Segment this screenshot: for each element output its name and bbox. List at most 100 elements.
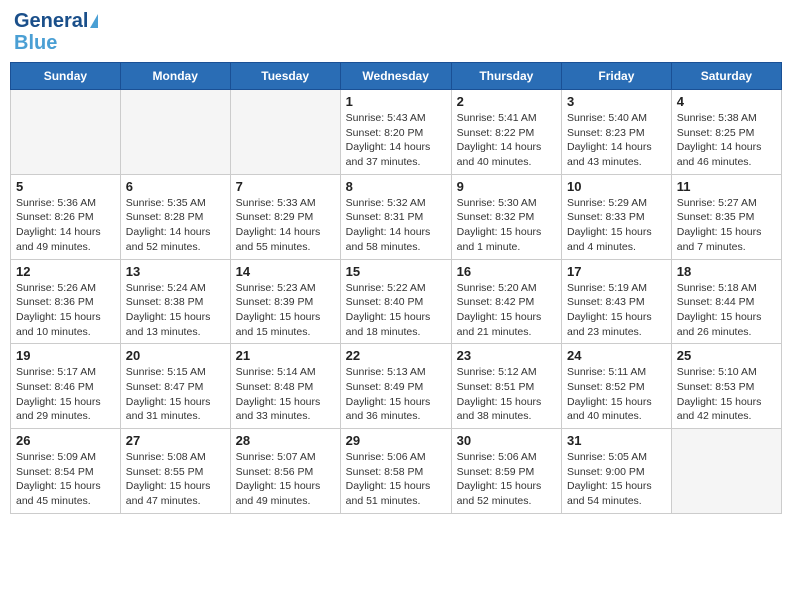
day-number: 11 — [677, 179, 776, 194]
page-header: General Blue — [10, 10, 782, 54]
calendar-cell — [11, 90, 121, 175]
day-number: 1 — [346, 94, 446, 109]
day-info: Sunrise: 5:18 AM Sunset: 8:44 PM Dayligh… — [677, 281, 776, 340]
day-number: 27 — [126, 433, 225, 448]
day-number: 3 — [567, 94, 666, 109]
calendar-cell: 5 Sunrise: 5:36 AM Sunset: 8:26 PM Daylig… — [11, 174, 121, 259]
calendar-cell: 21 Sunrise: 5:14 AM Sunset: 8:48 PM Dayli… — [230, 344, 340, 429]
day-number: 21 — [236, 348, 335, 363]
day-info: Sunrise: 5:22 AM Sunset: 8:40 PM Dayligh… — [346, 281, 446, 340]
day-info: Sunrise: 5:36 AM Sunset: 8:26 PM Dayligh… — [16, 196, 115, 255]
day-number: 14 — [236, 264, 335, 279]
day-info: Sunrise: 5:33 AM Sunset: 8:29 PM Dayligh… — [236, 196, 335, 255]
day-info: Sunrise: 5:30 AM Sunset: 8:32 PM Dayligh… — [457, 196, 556, 255]
calendar-week-row: 1 Sunrise: 5:43 AM Sunset: 8:20 PM Daylig… — [11, 90, 782, 175]
day-of-week-header: Tuesday — [230, 63, 340, 90]
day-number: 8 — [346, 179, 446, 194]
day-of-week-header: Saturday — [671, 63, 781, 90]
day-info: Sunrise: 5:12 AM Sunset: 8:51 PM Dayligh… — [457, 365, 556, 424]
day-number: 28 — [236, 433, 335, 448]
day-number: 18 — [677, 264, 776, 279]
calendar-cell: 30 Sunrise: 5:06 AM Sunset: 8:59 PM Dayli… — [451, 429, 561, 514]
calendar-cell: 11 Sunrise: 5:27 AM Sunset: 8:35 PM Dayli… — [671, 174, 781, 259]
calendar-cell: 3 Sunrise: 5:40 AM Sunset: 8:23 PM Daylig… — [562, 90, 672, 175]
calendar-cell: 7 Sunrise: 5:33 AM Sunset: 8:29 PM Daylig… — [230, 174, 340, 259]
calendar-cell: 10 Sunrise: 5:29 AM Sunset: 8:33 PM Dayli… — [562, 174, 672, 259]
day-number: 7 — [236, 179, 335, 194]
day-number: 5 — [16, 179, 115, 194]
day-number: 23 — [457, 348, 556, 363]
calendar-cell: 28 Sunrise: 5:07 AM Sunset: 8:56 PM Dayli… — [230, 429, 340, 514]
day-number: 30 — [457, 433, 556, 448]
calendar-cell: 8Sunrise: 5:32 AM Sunset: 8:31 PM Daylig… — [340, 174, 451, 259]
logo-icon — [90, 14, 98, 28]
day-number: 4 — [677, 94, 776, 109]
day-info: Sunrise: 5:08 AM Sunset: 8:55 PM Dayligh… — [126, 450, 225, 509]
day-info: Sunrise: 5:19 AM Sunset: 8:43 PM Dayligh… — [567, 281, 666, 340]
calendar-cell: 20 Sunrise: 5:15 AM Sunset: 8:47 PM Dayli… — [120, 344, 230, 429]
day-number: 31 — [567, 433, 666, 448]
day-number: 9 — [457, 179, 556, 194]
day-info: Sunrise: 5:06 AM Sunset: 8:59 PM Dayligh… — [457, 450, 556, 509]
calendar-cell: 17 Sunrise: 5:19 AM Sunset: 8:43 PM Dayli… — [562, 259, 672, 344]
day-info: Sunrise: 5:23 AM Sunset: 8:39 PM Dayligh… — [236, 281, 335, 340]
day-number: 20 — [126, 348, 225, 363]
day-number: 29 — [346, 433, 446, 448]
day-info: Sunrise: 5:07 AM Sunset: 8:56 PM Dayligh… — [236, 450, 335, 509]
day-info: Sunrise: 5:41 AM Sunset: 8:22 PM Dayligh… — [457, 111, 556, 170]
day-number: 2 — [457, 94, 556, 109]
day-info: Sunrise: 5:06 AM Sunset: 8:58 PM Dayligh… — [346, 450, 446, 509]
day-info: Sunrise: 5:24 AM Sunset: 8:38 PM Dayligh… — [126, 281, 225, 340]
logo: General Blue — [14, 10, 98, 54]
logo-line2: Blue — [14, 32, 57, 54]
calendar-cell: 15 Sunrise: 5:22 AM Sunset: 8:40 PM Dayli… — [340, 259, 451, 344]
calendar-cell: 26 Sunrise: 5:09 AM Sunset: 8:54 PM Dayli… — [11, 429, 121, 514]
day-info: Sunrise: 5:40 AM Sunset: 8:23 PM Dayligh… — [567, 111, 666, 170]
calendar-header-row: SundayMondayTuesdayWednesdayThursdayFrid… — [11, 63, 782, 90]
calendar-week-row: 26 Sunrise: 5:09 AM Sunset: 8:54 PM Dayli… — [11, 429, 782, 514]
day-number: 17 — [567, 264, 666, 279]
calendar-cell: 2 Sunrise: 5:41 AM Sunset: 8:22 PM Daylig… — [451, 90, 561, 175]
day-info: Sunrise: 5:15 AM Sunset: 8:47 PM Dayligh… — [126, 365, 225, 424]
day-of-week-header: Wednesday — [340, 63, 451, 90]
calendar-cell: 4 Sunrise: 5:38 AM Sunset: 8:25 PM Daylig… — [671, 90, 781, 175]
calendar-cell: 14 Sunrise: 5:23 AM Sunset: 8:39 PM Dayli… — [230, 259, 340, 344]
day-info: Sunrise: 5:10 AM Sunset: 8:53 PM Dayligh… — [677, 365, 776, 424]
calendar-cell: 24Sunrise: 5:11 AM Sunset: 8:52 PM Dayli… — [562, 344, 672, 429]
calendar-cell: 6Sunrise: 5:35 AM Sunset: 8:28 PM Daylig… — [120, 174, 230, 259]
day-number: 26 — [16, 433, 115, 448]
calendar-cell — [230, 90, 340, 175]
day-info: Sunrise: 5:13 AM Sunset: 8:49 PM Dayligh… — [346, 365, 446, 424]
day-number: 22 — [346, 348, 446, 363]
calendar-cell: 18 Sunrise: 5:18 AM Sunset: 8:44 PM Dayli… — [671, 259, 781, 344]
calendar-cell: 29 Sunrise: 5:06 AM Sunset: 8:58 PM Dayli… — [340, 429, 451, 514]
calendar-table: SundayMondayTuesdayWednesdayThursdayFrid… — [10, 62, 782, 514]
day-info: Sunrise: 5:09 AM Sunset: 8:54 PM Dayligh… — [16, 450, 115, 509]
calendar-cell: 12Sunrise: 5:26 AM Sunset: 8:36 PM Dayli… — [11, 259, 121, 344]
day-number: 25 — [677, 348, 776, 363]
day-info: Sunrise: 5:11 AM Sunset: 8:52 PM Dayligh… — [567, 365, 666, 424]
day-number: 15 — [346, 264, 446, 279]
day-number: 10 — [567, 179, 666, 194]
calendar-cell: 19Sunrise: 5:17 AM Sunset: 8:46 PM Dayli… — [11, 344, 121, 429]
day-number: 16 — [457, 264, 556, 279]
day-of-week-header: Thursday — [451, 63, 561, 90]
calendar-cell: 9 Sunrise: 5:30 AM Sunset: 8:32 PM Daylig… — [451, 174, 561, 259]
logo-line1: General — [14, 10, 88, 32]
calendar-cell — [671, 429, 781, 514]
calendar-week-row: 19Sunrise: 5:17 AM Sunset: 8:46 PM Dayli… — [11, 344, 782, 429]
calendar-week-row: 12Sunrise: 5:26 AM Sunset: 8:36 PM Dayli… — [11, 259, 782, 344]
day-info: Sunrise: 5:29 AM Sunset: 8:33 PM Dayligh… — [567, 196, 666, 255]
calendar-cell — [120, 90, 230, 175]
calendar-cell: 1 Sunrise: 5:43 AM Sunset: 8:20 PM Daylig… — [340, 90, 451, 175]
day-info: Sunrise: 5:20 AM Sunset: 8:42 PM Dayligh… — [457, 281, 556, 340]
calendar-week-row: 5 Sunrise: 5:36 AM Sunset: 8:26 PM Daylig… — [11, 174, 782, 259]
day-info: Sunrise: 5:14 AM Sunset: 8:48 PM Dayligh… — [236, 365, 335, 424]
day-info: Sunrise: 5:43 AM Sunset: 8:20 PM Dayligh… — [346, 111, 446, 170]
day-info: Sunrise: 5:35 AM Sunset: 8:28 PM Dayligh… — [126, 196, 225, 255]
calendar-cell: 31Sunrise: 5:05 AM Sunset: 9:00 PM Dayli… — [562, 429, 672, 514]
calendar-cell: 13Sunrise: 5:24 AM Sunset: 8:38 PM Dayli… — [120, 259, 230, 344]
day-info: Sunrise: 5:38 AM Sunset: 8:25 PM Dayligh… — [677, 111, 776, 170]
day-info: Sunrise: 5:27 AM Sunset: 8:35 PM Dayligh… — [677, 196, 776, 255]
calendar-cell: 23 Sunrise: 5:12 AM Sunset: 8:51 PM Dayli… — [451, 344, 561, 429]
